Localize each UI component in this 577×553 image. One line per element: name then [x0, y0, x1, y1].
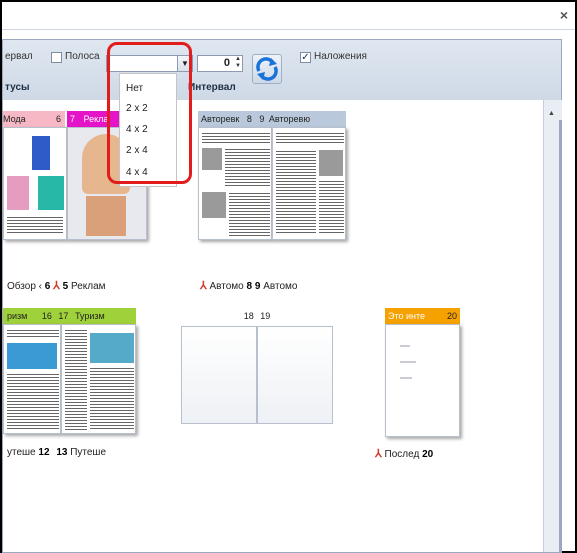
spreads-canvas: Мода 6 7 Рекла Обзор ‹ 6 ⅄ 5 Реклам Авто… [3, 100, 543, 552]
page-section-label: Авторевю [268, 114, 311, 124]
page-number: 16 [41, 311, 52, 321]
overlay-label: Наложения [314, 51, 367, 62]
thumbnail-image [86, 196, 126, 236]
thumbnail-image [90, 333, 134, 363]
thumbnail-text [7, 329, 59, 339]
spread-caption: Обзор ‹ 6 ⅄ 5 Реклам [7, 279, 106, 292]
thumbnail-image [38, 176, 64, 210]
spread-caption: ⅄ Послед 20 [375, 447, 433, 460]
thumbnail-image [202, 192, 226, 218]
spread-label-left[interactable]: Мода 6 [3, 111, 65, 127]
caption-number: 8 [246, 281, 253, 292]
thumbnail-text [65, 329, 87, 431]
spread-label[interactable]: 18 19 [181, 308, 333, 324]
spinner-value: 0 [223, 57, 230, 69]
thumbnail-text [400, 361, 416, 363]
thumbnail-text [7, 216, 63, 234]
spread-label[interactable]: ризм 16 17 Туризм [3, 308, 136, 324]
page-number: 6 [55, 114, 61, 124]
spread-caption: утеше 12 13 Путеше [7, 447, 106, 458]
caption-text: Автомо [209, 281, 244, 292]
caption-number: 9 [254, 281, 261, 292]
page-thumbnail[interactable] [272, 127, 346, 240]
layout-editor: ервал Полоса ▼ 0 ▲ ▼ ✓ Наложения тусы Ин… [2, 39, 562, 553]
thumbnail-image [32, 136, 50, 170]
page-number: 9 [259, 114, 265, 124]
highlight-annotation [107, 42, 192, 184]
page-number: 7 [70, 114, 76, 124]
caption-number: 6 [44, 281, 51, 292]
caption-number: 13 [56, 447, 68, 458]
thumbnail-text [319, 180, 344, 234]
statuses-header: тусы [5, 82, 30, 93]
window-frame: × ервал Полоса ▼ 0 ▲ ▼ ✓ Наложения тусы … [0, 0, 577, 553]
page-section-label: ризм [7, 311, 28, 321]
page-section-label: Туризм [74, 311, 105, 321]
page-number: 20 [446, 311, 457, 321]
caption-number: 12 [38, 447, 50, 458]
caption-text: Послед [384, 449, 420, 460]
interval-label: ервал [5, 51, 33, 62]
thumbnail-image [7, 176, 29, 210]
page-section-label: Это инте [388, 311, 426, 321]
spread-caption: ⅄ Автомо 8 9 Автомо [200, 279, 297, 292]
thumbnail-text [276, 150, 316, 234]
title-bar: × [2, 2, 575, 30]
page-section-label: Авторевк [201, 114, 240, 124]
overlay-checkbox[interactable]: ✓ [300, 52, 311, 63]
caption-text: утеше [7, 447, 36, 458]
thumbnail-text [90, 367, 134, 431]
vertical-scrollbar[interactable]: ▲ [543, 100, 562, 552]
spread-label[interactable]: Авторевк 8 9 Авторевю [198, 111, 346, 127]
toolbar: ервал Полоса ▼ 0 ▲ ▼ ✓ Наложения тусы Ин… [3, 40, 561, 100]
thumbnail-text [229, 192, 270, 236]
spinner-arrows-icon[interactable]: ▲ ▼ [235, 56, 241, 70]
thumbnail-image [319, 150, 343, 176]
thumbnail-text [202, 132, 270, 144]
page-thumbnail[interactable] [385, 324, 460, 437]
caption-text: Автомо [263, 281, 298, 292]
stripe-label: Полоса [65, 51, 100, 62]
refresh-button[interactable] [252, 54, 282, 84]
thumbnail-text [225, 148, 270, 188]
thumbnail-image [7, 343, 57, 369]
caption-text: Обзор ‹ [7, 281, 42, 292]
page-section-label: Рекла [83, 114, 109, 124]
caption-text: Путеше [70, 447, 107, 458]
scrollbar-track[interactable] [559, 120, 562, 552]
page-number: 17 [58, 311, 69, 321]
page-section-label: Мода [3, 114, 26, 124]
page-number: 18 [243, 311, 254, 321]
empty-page[interactable] [257, 326, 333, 424]
spread-label[interactable]: Это инте 20 [385, 308, 460, 324]
pdf-icon[interactable]: ⅄ [200, 280, 207, 292]
page-thumbnail[interactable] [61, 324, 136, 434]
scroll-up-icon[interactable]: ▲ [548, 110, 555, 117]
page-number: 8 [246, 114, 252, 124]
interval-header: Интервал [188, 82, 236, 93]
page-thumbnail[interactable] [3, 324, 61, 434]
page-thumbnail[interactable] [3, 127, 67, 240]
thumbnail-text [7, 373, 59, 431]
page-number: 19 [260, 311, 271, 321]
thumbnail-image [202, 148, 222, 170]
caption-text: Реклам [70, 281, 106, 292]
caption-number: 5 [62, 281, 69, 292]
interval-spinner[interactable]: 0 ▲ ▼ [197, 55, 243, 72]
page-thumbnail[interactable] [198, 127, 272, 240]
pdf-icon[interactable]: ⅄ [53, 280, 60, 292]
empty-page[interactable] [181, 326, 257, 424]
pdf-icon[interactable]: ⅄ [375, 448, 382, 460]
stripe-checkbox[interactable] [51, 52, 62, 63]
refresh-icon [256, 57, 278, 81]
thumbnail-text [400, 377, 412, 379]
thumbnail-text [276, 132, 344, 144]
close-button[interactable]: × [555, 6, 573, 24]
caption-number: 20 [422, 449, 434, 460]
thumbnail-text [400, 345, 410, 347]
